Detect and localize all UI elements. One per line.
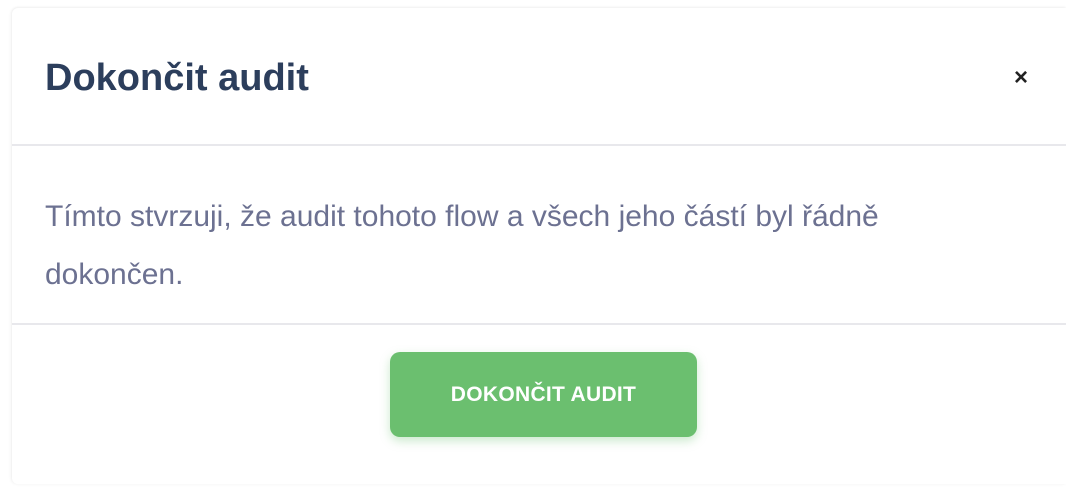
modal-title: Dokončit audit <box>45 57 309 99</box>
modal-body: Tímto stvrzuji, že audit tohoto flow a v… <box>12 146 1066 325</box>
modal-footer: DOKONČIT AUDIT <box>12 325 1066 484</box>
modal-header: Dokončit audit × <box>12 8 1066 146</box>
complete-audit-modal: Dokončit audit × Tímto stvrzuji, že audi… <box>12 8 1066 484</box>
close-icon[interactable]: × <box>1006 60 1036 96</box>
confirmation-text: Tímto stvrzuji, že audit tohoto flow a v… <box>45 200 879 291</box>
complete-audit-button[interactable]: DOKONČIT AUDIT <box>390 352 697 437</box>
